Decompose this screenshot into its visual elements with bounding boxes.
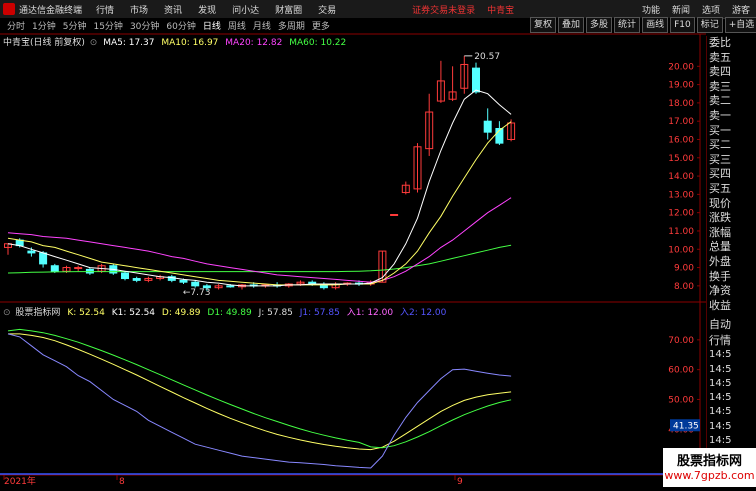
price-chart[interactable]: 8.00 9.00 10.00 11.00 12.00 13.00 14.00 15.00 16… bbox=[0, 0, 706, 487]
hangqing-label: 行情 bbox=[709, 334, 731, 348]
quote-field-label: 买一 bbox=[709, 123, 731, 137]
quote-field-label: 涨幅 bbox=[709, 225, 731, 239]
x-tick-label: 9 bbox=[457, 477, 463, 487]
low-label: ←7.73 bbox=[183, 288, 211, 298]
ma10-line bbox=[7, 121, 512, 286]
y-tick-label: 17.00 bbox=[668, 117, 694, 127]
quote-field-label: 卖一 bbox=[709, 108, 731, 122]
current-value-label: 41.35 bbox=[673, 421, 699, 431]
candle-body bbox=[121, 272, 129, 280]
candle-body bbox=[483, 120, 492, 133]
quote-field-label: 收益 bbox=[709, 298, 731, 312]
quote-field-label: 涨跌 bbox=[709, 211, 731, 225]
candle-body bbox=[39, 252, 48, 265]
candle-body bbox=[179, 279, 188, 283]
quote-field-label: 卖二 bbox=[709, 94, 731, 108]
menu-youke[interactable]: 游客 bbox=[732, 3, 750, 16]
y-tick-label: 9.00 bbox=[674, 264, 694, 274]
tick-time: 14:5 bbox=[709, 363, 732, 375]
tick-time: 14:5 bbox=[709, 349, 732, 361]
auto-label[interactable]: 自动 bbox=[707, 316, 756, 332]
watermark-title: 股票指标网 bbox=[676, 454, 742, 469]
y-tick-label: 19.00 bbox=[668, 81, 694, 91]
quote-field-label: 换手 bbox=[709, 269, 731, 283]
quote-field-label: 买三 bbox=[709, 152, 731, 166]
candle-body bbox=[27, 250, 36, 254]
y-tick-label: 20.00 bbox=[668, 62, 694, 72]
kdj-j-line bbox=[7, 333, 512, 469]
y-tick-label: 16.00 bbox=[668, 135, 694, 145]
quote-field-label: 卖五 bbox=[709, 50, 731, 64]
y-tick-label: 18.00 bbox=[668, 99, 694, 109]
candle-body bbox=[472, 67, 480, 93]
y-tick-label: 10.00 bbox=[668, 245, 694, 255]
quote-field-label: 卖四 bbox=[709, 65, 731, 79]
quote-field-label: 总量 bbox=[709, 240, 731, 254]
ma20-line bbox=[7, 197, 512, 283]
quote-field-label: 现价 bbox=[709, 196, 731, 210]
quote-field-label: 买四 bbox=[709, 167, 731, 181]
kdj-d-line bbox=[7, 328, 512, 449]
watermark-url: www.7gpzb.com bbox=[664, 469, 755, 482]
high-label: 20.57 bbox=[474, 52, 500, 62]
tick-time: 14:5 bbox=[709, 377, 732, 389]
candle-body bbox=[191, 281, 200, 287]
tick-time: 14:5 bbox=[709, 435, 732, 447]
quote-side-panel: 委比 卖五 卖四 卖三 卖二 卖一 买一 买二 买三 买四 买五 现价 涨跌 涨幅 总量 外盘 换手 净资 收益 自… bbox=[706, 36, 756, 489]
quote-field-label: 净资 bbox=[709, 284, 731, 298]
tick-time: 14:5 bbox=[709, 392, 732, 404]
candle-body bbox=[132, 278, 141, 281]
watermark: 股票指标网 www.7gpzb.com bbox=[663, 448, 756, 487]
y-tick-label: 15.00 bbox=[668, 154, 694, 164]
y-tick-label: 50.00 bbox=[668, 395, 694, 405]
y-tick-label: 70.00 bbox=[668, 336, 694, 346]
candle-body bbox=[50, 265, 59, 272]
kdj-k-line bbox=[8, 333, 512, 451]
y-tick-label: 11.00 bbox=[668, 227, 694, 237]
candle-body bbox=[226, 285, 235, 288]
y-tick-label: 60.00 bbox=[668, 366, 694, 376]
y-tick-label: 14.00 bbox=[668, 172, 694, 182]
candle-body bbox=[74, 267, 83, 270]
ma60-line bbox=[7, 244, 512, 274]
x-tick-label: 8 bbox=[119, 477, 125, 487]
x-tick-label: 2021年 bbox=[4, 475, 36, 487]
quote-field-label: 买二 bbox=[709, 138, 731, 152]
quote-field-label: 卖三 bbox=[709, 79, 731, 93]
candle-body bbox=[390, 213, 399, 216]
tick-time: 14:5 bbox=[709, 420, 732, 432]
quote-field-label: 外盘 bbox=[709, 254, 731, 268]
quote-field-label: 委比 bbox=[709, 36, 731, 49]
tool-zixuan-button[interactable]: +自选 bbox=[724, 17, 756, 33]
y-tick-label: 12.00 bbox=[668, 209, 694, 219]
y-tick-label: 13.00 bbox=[668, 190, 694, 200]
quote-field-label: 买五 bbox=[709, 181, 731, 195]
y-tick-label: 8.00 bbox=[674, 282, 694, 292]
tick-time: 14:5 bbox=[709, 406, 732, 418]
